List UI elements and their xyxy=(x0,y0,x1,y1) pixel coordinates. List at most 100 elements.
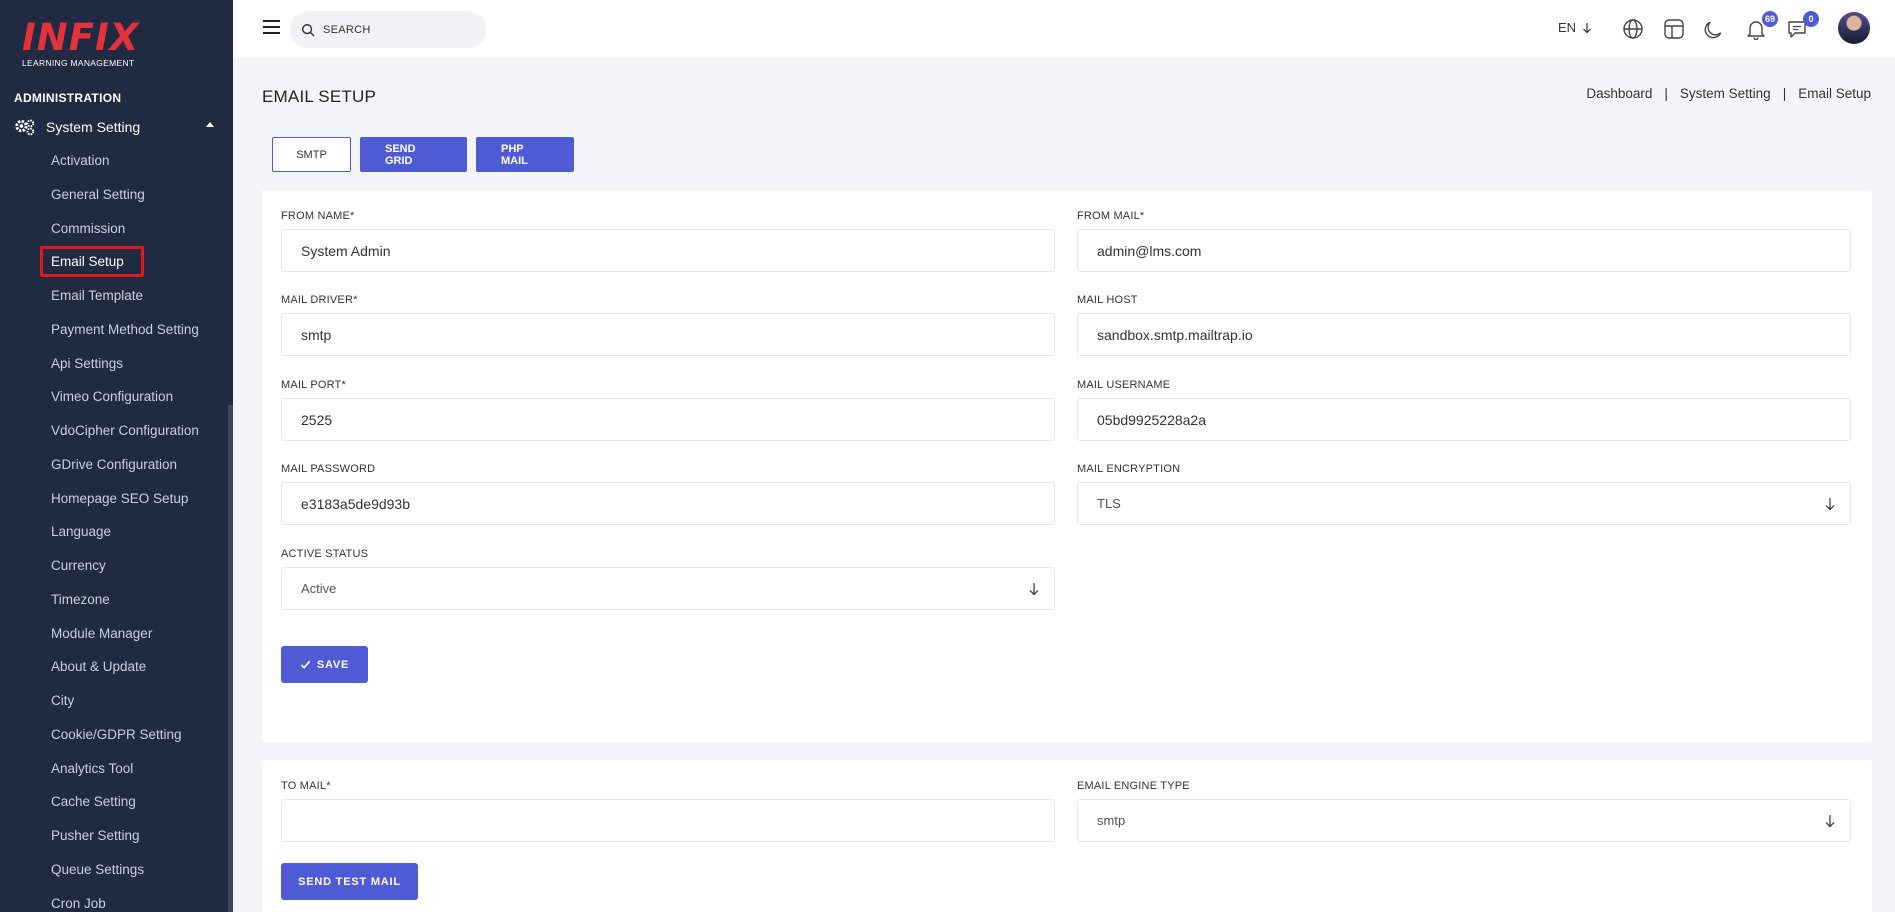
sidebar-item-homepage-seo-setup[interactable]: Homepage SEO Setup xyxy=(51,491,188,506)
save-button[interactable]: SAVE xyxy=(281,646,368,683)
sidebar: INFIX LEARNING MANAGEMENT ADMINISTRATION… xyxy=(0,0,233,912)
mail-driver-field: MAIL DRIVER* smtp xyxy=(281,294,1055,356)
email-engine-label: EMAIL ENGINE TYPE xyxy=(1077,780,1190,792)
sidebar-section-title: ADMINISTRATION xyxy=(14,91,122,105)
logo-brand: INFIX xyxy=(22,16,140,59)
tab-php-mail[interactable]: PHP MAIL xyxy=(476,137,574,172)
mail-encryption-label: MAIL ENCRYPTION xyxy=(1077,463,1181,475)
sidebar-item-vimeo-configuration[interactable]: Vimeo Configuration xyxy=(51,389,173,404)
logo[interactable]: INFIX LEARNING MANAGEMENT xyxy=(22,16,140,68)
breadcrumb-separator: | xyxy=(1782,86,1787,101)
sidebar-item-cache-setting[interactable]: Cache Setting xyxy=(51,794,136,809)
to-mail-field: TO MAIL* xyxy=(281,780,1055,842)
sidebar-item-cookie-gdpr-setting[interactable]: Cookie/GDPR Setting xyxy=(51,727,182,742)
active-status-value: Active xyxy=(301,581,337,596)
avatar[interactable] xyxy=(1838,12,1870,44)
mail-encryption-select[interactable]: TLS xyxy=(1077,482,1851,525)
sidebar-item-about-update[interactable]: About & Update xyxy=(51,659,146,674)
arrow-down-icon xyxy=(1825,815,1835,828)
sidebar-item-email-setup[interactable]: Email Setup xyxy=(51,254,124,269)
mail-port-label: MAIL PORT* xyxy=(281,379,346,391)
breadcrumb-system-setting[interactable]: System Setting xyxy=(1680,86,1771,101)
breadcrumb: Dashboard | System Setting | Email Setup xyxy=(1586,86,1871,101)
mail-host-field: MAIL HOST sandbox.smtp.mailtrap.io xyxy=(1077,294,1851,356)
mail-username-label: MAIL USERNAME xyxy=(1077,379,1171,391)
sidebar-item-gdrive-configuration[interactable]: GDrive Configuration xyxy=(51,457,177,472)
search-icon xyxy=(302,23,315,36)
check-icon xyxy=(300,660,311,669)
sidebar-item-general-setting[interactable]: General Setting xyxy=(51,187,145,202)
mail-driver-input[interactable]: smtp xyxy=(281,313,1055,356)
mail-host-label: MAIL HOST xyxy=(1077,294,1138,306)
search-input[interactable] xyxy=(323,23,463,36)
messages[interactable]: 0 xyxy=(1786,11,1819,40)
sidebar-scrollbar[interactable] xyxy=(228,405,233,912)
mail-engine-tabs: SMTP SEND GRID PHP MAIL xyxy=(272,137,574,172)
to-mail-input[interactable] xyxy=(281,799,1055,842)
sidebar-item-payment-method-setting[interactable]: Payment Method Setting xyxy=(51,322,199,337)
active-status-select[interactable]: Active xyxy=(281,567,1055,610)
mail-encryption-field: MAIL ENCRYPTION TLS xyxy=(1077,463,1851,525)
sidebar-item-language[interactable]: Language xyxy=(51,524,111,539)
sidebar-item-api-settings[interactable]: Api Settings xyxy=(51,356,123,371)
globe-icon[interactable] xyxy=(1622,18,1644,40)
from-mail-field: FROM MAIL* admin@lms.com xyxy=(1077,210,1851,272)
sidebar-item-email-template[interactable]: Email Template xyxy=(51,288,143,303)
mail-password-field: MAIL PASSWORD e3183a5de9d93b xyxy=(281,463,1055,525)
breadcrumb-dashboard[interactable]: Dashboard xyxy=(1586,86,1652,101)
tab-smtp[interactable]: SMTP xyxy=(272,137,351,172)
menu-icon[interactable] xyxy=(263,20,280,34)
layout-icon[interactable] xyxy=(1663,18,1685,40)
mail-host-input[interactable]: sandbox.smtp.mailtrap.io xyxy=(1077,313,1851,356)
caret-up-icon xyxy=(206,122,214,127)
sidebar-item-city[interactable]: City xyxy=(51,693,74,708)
sidebar-item-cron-job[interactable]: Cron Job xyxy=(51,896,106,911)
active-status-field: ACTIVE STATUS Active xyxy=(281,548,1055,610)
sidebar-item-pusher-setting[interactable]: Pusher Setting xyxy=(51,828,140,843)
mail-encryption-value: TLS xyxy=(1097,496,1121,511)
email-engine-field: EMAIL ENGINE TYPE smtp xyxy=(1077,780,1851,842)
save-label: SAVE xyxy=(316,658,350,671)
page-title: EMAIL SETUP xyxy=(262,87,376,106)
from-name-label: FROM NAME* xyxy=(281,210,355,222)
moon-icon[interactable] xyxy=(1704,18,1726,40)
email-engine-value: smtp xyxy=(1097,813,1126,828)
mail-password-label: MAIL PASSWORD xyxy=(281,463,376,475)
arrow-down-icon xyxy=(1583,22,1591,33)
send-test-mail-button[interactable]: SEND TEST MAIL xyxy=(281,863,418,900)
from-mail-input[interactable]: admin@lms.com xyxy=(1077,229,1851,272)
tab-send-grid[interactable]: SEND GRID xyxy=(360,137,467,172)
language-selector[interactable]: EN xyxy=(1558,20,1592,35)
logo-tagline: LEARNING MANAGEMENT xyxy=(22,58,135,68)
email-settings-card: FROM NAME* System Admin FROM MAIL* admin… xyxy=(262,190,1872,742)
email-engine-select[interactable]: smtp xyxy=(1077,799,1851,842)
notification-badge: 69 xyxy=(1761,11,1778,27)
sidebar-group-system-setting[interactable]: System Setting xyxy=(14,116,214,138)
sidebar-item-currency[interactable]: Currency xyxy=(51,558,106,573)
from-name-input[interactable]: System Admin xyxy=(281,229,1055,272)
sidebar-item-timezone[interactable]: Timezone xyxy=(51,592,110,607)
mail-driver-label: MAIL DRIVER* xyxy=(281,294,358,306)
mail-username-input[interactable]: 05bd9925228a2a xyxy=(1077,398,1851,441)
sidebar-group-label: System Setting xyxy=(46,119,141,135)
breadcrumb-email-setup: Email Setup xyxy=(1798,86,1871,101)
to-mail-label: TO MAIL* xyxy=(281,780,331,792)
gears-icon xyxy=(15,119,35,136)
mail-port-input[interactable]: 2525 xyxy=(281,398,1055,441)
test-mail-card: TO MAIL* EMAIL ENGINE TYPE smtp SEND TES… xyxy=(262,760,1872,912)
from-name-field: FROM NAME* System Admin xyxy=(281,210,1055,272)
sidebar-item-commission[interactable]: Commission xyxy=(51,221,125,236)
search-box[interactable] xyxy=(290,11,486,48)
sidebar-item-module-manager[interactable]: Module Manager xyxy=(51,626,152,641)
notifications[interactable]: 69 xyxy=(1745,11,1778,41)
mail-username-field: MAIL USERNAME 05bd9925228a2a xyxy=(1077,379,1851,441)
sidebar-item-queue-settings[interactable]: Queue Settings xyxy=(51,862,144,877)
mail-password-input[interactable]: e3183a5de9d93b xyxy=(281,482,1055,525)
arrow-down-icon xyxy=(1029,583,1039,596)
message-badge: 0 xyxy=(1803,11,1819,27)
top-header: EN 69 0 xyxy=(233,0,1895,58)
sidebar-item-activation[interactable]: Activation xyxy=(51,153,110,168)
from-mail-label: FROM MAIL* xyxy=(1077,210,1145,222)
sidebar-item-analytics-tool[interactable]: Analytics Tool xyxy=(51,761,133,776)
sidebar-item-vdocipher-configuration[interactable]: VdoCipher Configuration xyxy=(51,423,199,438)
